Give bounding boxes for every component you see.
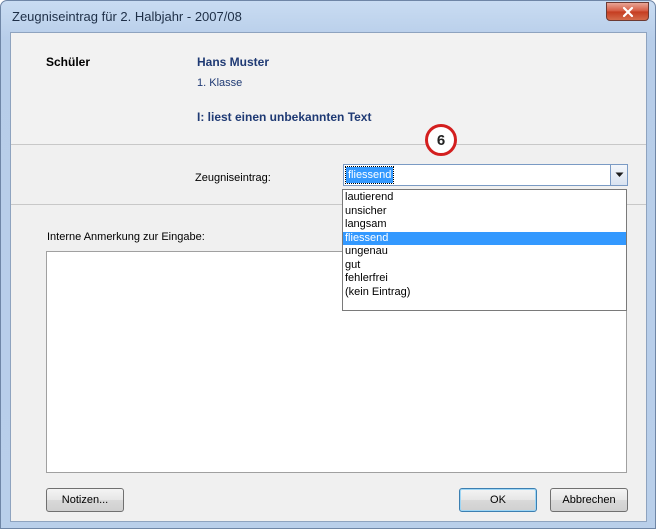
window-title: Zeugniseintrag für 2. Halbjahr - 2007/08 [12,9,242,24]
dropdown-option[interactable]: (kein Eintrag) [343,286,626,300]
dialog-window: Zeugniseintrag für 2. Halbjahr - 2007/08… [0,0,656,529]
entry-dropdown-list[interactable]: lautierend unsicher langsam fliessend ungena… [342,189,627,311]
student-name: Hans Muster [197,55,270,69]
ok-button[interactable]: OK [459,488,537,512]
subject-title: I: liest einen unbekannten Text [197,110,372,124]
close-icon [622,6,633,17]
step-number-badge: 6 [425,124,457,156]
entry-label: Zeugniseintrag: [195,172,271,184]
cancel-button[interactable]: Abbrechen [550,488,628,512]
dropdown-option[interactable]: langsam [343,218,626,232]
close-button[interactable] [606,2,649,21]
dropdown-option[interactable]: unsicher [343,205,626,219]
dropdown-option[interactable]: fehlerfrei [343,272,626,286]
title-bar[interactable]: Zeugniseintrag für 2. Halbjahr - 2007/08 [1,1,655,31]
dropdown-option[interactable]: gut [343,259,626,273]
student-header: Schüler Hans Muster 1. Klasse I: liest e… [11,33,646,145]
dropdown-option[interactable]: lautierend [343,191,626,205]
combobox-dropdown-button[interactable] [610,165,627,185]
chevron-down-icon [615,172,623,177]
notes-label: Interne Anmerkung zur Eingabe: [47,231,205,243]
student-class: 1. Klasse [197,77,243,89]
student-label: Schüler [46,55,91,69]
entry-combobox[interactable]: fliessend [343,164,628,186]
notes-button[interactable]: Notizen... [46,488,124,512]
dropdown-option[interactable]: ungenau [343,245,626,259]
dropdown-option[interactable]: fliessend [343,231,626,245]
entry-combobox-value: fliessend [344,166,395,184]
